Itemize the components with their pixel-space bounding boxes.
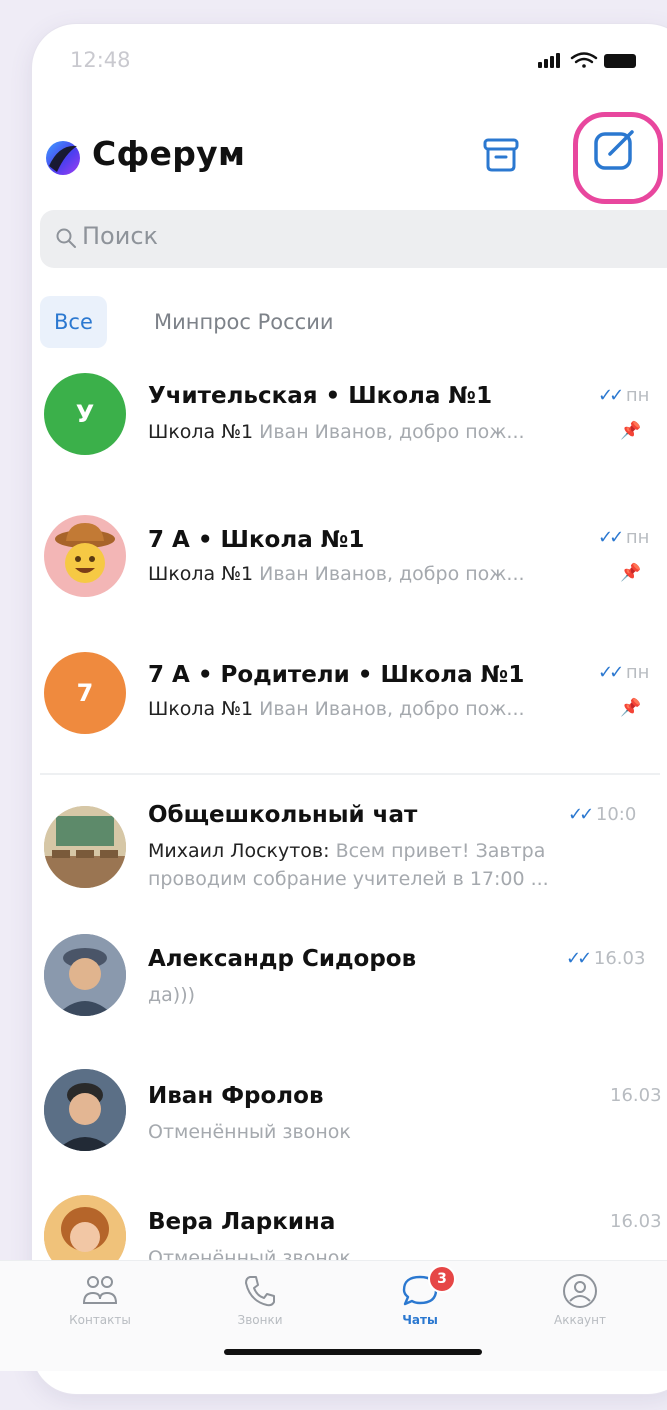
chat-preview: да))) bbox=[148, 984, 196, 1006]
chat-row-sidorov[interactable]: Александр Сидоров да))) ✓✓ 16.03 bbox=[0, 930, 667, 1050]
cowboy-emoji-icon bbox=[55, 523, 115, 583]
avatar: У bbox=[44, 373, 126, 455]
chat-row-7a-parents[interactable]: 7 7 А • Родители • Школа №1 Школа №1 Ива… bbox=[0, 640, 667, 760]
chat-title: Вера Ларкина bbox=[148, 1209, 336, 1235]
chat-time: ✓✓ 10:0 bbox=[568, 804, 637, 825]
avatar bbox=[44, 934, 126, 1016]
chat-preview: Школа №1 Иван Иванов, добро пож... bbox=[148, 563, 525, 585]
contacts-icon bbox=[82, 1276, 118, 1304]
chat-time: ✓✓ 16.03 bbox=[566, 948, 646, 969]
read-check-icon: ✓✓ bbox=[598, 527, 624, 548]
read-check-icon: ✓✓ bbox=[598, 662, 624, 683]
avatar bbox=[44, 515, 126, 597]
avatar: 7 bbox=[44, 652, 126, 734]
chat-title: Иван Фролов bbox=[148, 1083, 324, 1109]
read-check-icon: ✓✓ bbox=[598, 385, 624, 406]
read-check-icon: ✓✓ bbox=[566, 948, 592, 969]
search-icon bbox=[56, 228, 76, 248]
chat-title: Александр Сидоров bbox=[148, 946, 417, 972]
chat-preview-line2: проводим собрание учителей в 17:00 ... bbox=[148, 868, 549, 890]
filter-all[interactable]: Все bbox=[40, 296, 107, 348]
read-check-icon: ✓✓ bbox=[568, 804, 594, 825]
chat-preview: Отменённый звонок bbox=[148, 1121, 351, 1143]
compose-icon[interactable] bbox=[570, 100, 667, 210]
chat-row-larkina[interactable]: Вера Ларкина Отменённый звонок 16.03 bbox=[0, 1175, 667, 1265]
chat-time: 16.03 bbox=[610, 1211, 662, 1232]
chat-preview: Школа №1 Иван Иванов, добро пож... bbox=[148, 698, 525, 720]
chat-title: Общешкольный чат bbox=[148, 802, 418, 828]
chat-time: ✓✓ пн bbox=[598, 662, 650, 683]
chat-row-frolov[interactable]: Иван Фролов Отменённый звонок 16.03 bbox=[0, 1055, 667, 1175]
chat-title: Учительская • Школа №1 bbox=[148, 383, 493, 409]
account-icon bbox=[563, 1274, 597, 1308]
chat-row-school-chat[interactable]: Общешкольный чат Михаил Лоскутов: Всем п… bbox=[0, 792, 667, 932]
chat-time: 16.03 bbox=[610, 1085, 662, 1106]
signal-icon bbox=[538, 53, 560, 68]
avatar bbox=[44, 1069, 126, 1151]
wifi-icon bbox=[570, 52, 598, 68]
person-photo-icon bbox=[44, 934, 126, 1016]
app-title: Сферум bbox=[92, 134, 246, 173]
chat-preview: Школа №1 Иван Иванов, добро пож... bbox=[148, 421, 525, 443]
status-icons bbox=[538, 52, 636, 68]
chat-time: ✓✓ пн bbox=[598, 385, 650, 406]
chat-title: 7 А • Школа №1 bbox=[148, 527, 365, 553]
chat-time: ✓✓ пн bbox=[598, 527, 650, 548]
search-placeholder: Поиск bbox=[82, 222, 159, 250]
home-indicator bbox=[224, 1349, 482, 1355]
phone-icon bbox=[245, 1276, 275, 1307]
pin-icon: 📌 bbox=[620, 698, 642, 718]
pin-icon: 📌 bbox=[620, 421, 642, 441]
pinned-divider bbox=[40, 773, 660, 775]
chat-preview: Михаил Лоскутов: Всем привет! Завтра bbox=[148, 840, 546, 862]
sferum-logo-icon bbox=[46, 141, 80, 175]
search-input[interactable]: Поиск bbox=[40, 210, 667, 268]
person-photo-icon bbox=[44, 1195, 126, 1265]
avatar bbox=[44, 1195, 126, 1265]
chat-row-7a[interactable]: 7 А • Школа №1 Школа №1 Иван Иванов, доб… bbox=[0, 505, 667, 625]
battery-icon bbox=[604, 54, 636, 68]
avatar bbox=[44, 806, 126, 888]
person-photo-icon bbox=[44, 1069, 126, 1151]
chat-row-uchitelskaya[interactable]: У Учительская • Школа №1 Школа №1 Иван И… bbox=[0, 363, 667, 483]
status-time: 12:48 bbox=[70, 48, 131, 72]
unread-badge: 3 bbox=[428, 1265, 456, 1293]
chat-title: 7 А • Родители • Школа №1 bbox=[148, 662, 525, 688]
tab-account[interactable]: Аккаунт bbox=[520, 1261, 640, 1371]
filter-minpros[interactable]: Минпрос России bbox=[140, 296, 348, 348]
classroom-photo-icon bbox=[44, 806, 126, 888]
tab-contacts[interactable]: Контакты bbox=[40, 1261, 160, 1371]
archive-icon[interactable] bbox=[478, 132, 524, 178]
pin-icon: 📌 bbox=[620, 563, 642, 583]
